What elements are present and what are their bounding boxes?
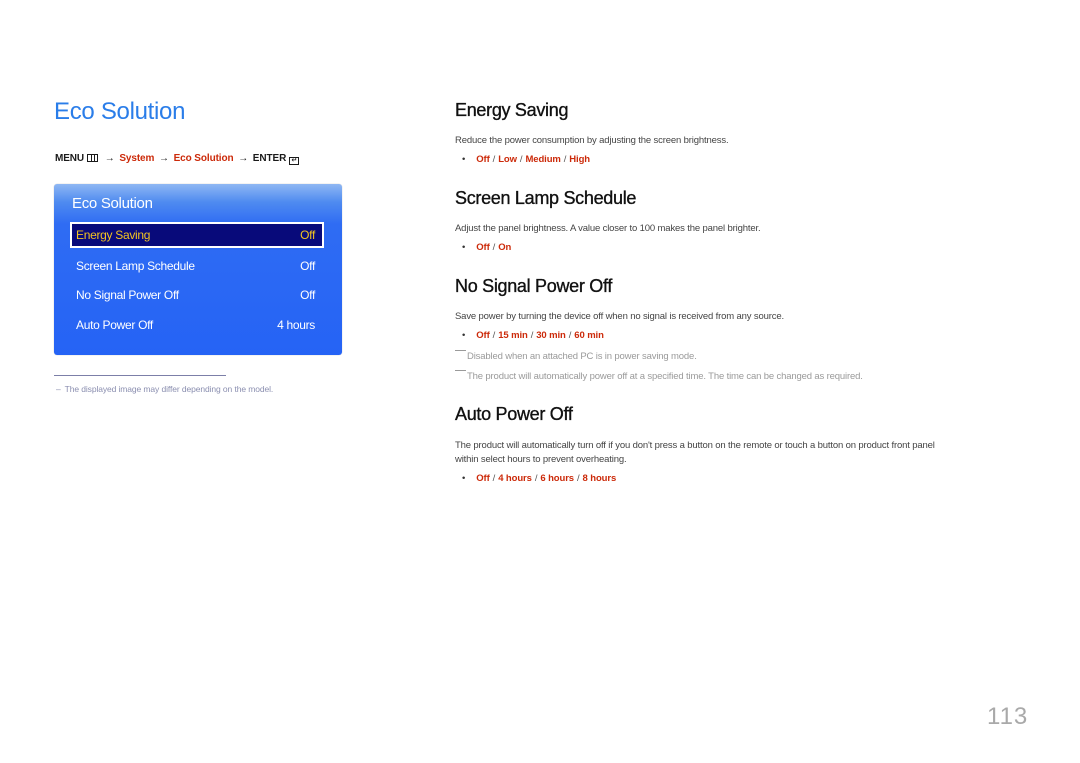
option-separator: /: [563, 154, 567, 165]
breadcrumb-eco-solution: Eco Solution: [173, 153, 234, 164]
footnote: – The displayed image may differ dependin…: [56, 384, 273, 394]
option-separator: /: [492, 154, 496, 165]
option-separator: /: [519, 154, 523, 165]
option-separator: /: [577, 473, 580, 484]
note: The product will automatically power off…: [455, 370, 863, 382]
option-value: Off: [476, 473, 490, 484]
section-title-no-signal-power-off: No Signal Power Off: [455, 276, 613, 296]
arrow-icon: →: [238, 153, 249, 164]
footnote-divider: [54, 375, 226, 376]
bullet-icon: •: [462, 154, 466, 165]
option-value: 6 hours: [540, 473, 574, 484]
note-dash-icon: [455, 370, 466, 371]
arrow-icon: →: [104, 153, 115, 164]
osd-item-label: No Signal Power Off: [76, 288, 179, 302]
osd-item-value: Off: [300, 228, 315, 242]
note: Disabled when an attached PC is in power…: [455, 350, 697, 362]
option-value: 30 min: [536, 330, 566, 341]
section-description: Reduce the power consumption by adjustin…: [455, 135, 729, 146]
osd-item-screen-lamp-schedule[interactable]: Screen Lamp Schedule Off: [70, 253, 324, 279]
section-description: The product will automatically turn off …: [455, 439, 935, 467]
description-line: within select hours to prevent overheati…: [455, 454, 627, 465]
osd-item-auto-power-off[interactable]: Auto Power Off 4 hours: [70, 312, 324, 338]
option-separator: /: [530, 330, 534, 341]
option-list-energy-saving: • Off / Low / Medium / High: [462, 154, 590, 165]
option-value: High: [569, 154, 591, 165]
section-title-screen-lamp-schedule: Screen Lamp Schedule: [455, 188, 637, 208]
section-title-auto-power-off: Auto Power Off: [455, 404, 573, 424]
option-value: 4 hours: [498, 473, 532, 484]
osd-title: Eco Solution: [72, 195, 153, 212]
section-description: Save power by turning the device off whe…: [455, 311, 784, 322]
option-value: Medium: [525, 154, 561, 165]
option-separator: /: [492, 330, 496, 341]
option-value: Low: [498, 154, 517, 165]
page-number: 113: [987, 703, 1029, 730]
osd-item-label: Auto Power Off: [76, 318, 153, 332]
eco-solution-osd-menu: Eco Solution Energy Saving Off Screen La…: [54, 184, 342, 355]
option-value: 8 hours: [582, 473, 617, 484]
option-value: On: [498, 242, 512, 253]
description-line: The product will automatically turn off …: [455, 440, 935, 451]
breadcrumb-menu: MENU: [55, 153, 85, 164]
enter-icon: ↵: [289, 157, 300, 165]
option-list-screen-lamp-schedule: • Off / On: [462, 242, 511, 253]
option-separator: /: [492, 242, 496, 253]
option-value: 60 min: [574, 330, 604, 341]
option-value: Off: [476, 330, 490, 341]
option-value: Off: [476, 242, 490, 253]
osd-item-label: Screen Lamp Schedule: [76, 259, 195, 273]
osd-item-value: 4 hours: [277, 318, 315, 332]
osd-item-label: Energy Saving: [76, 228, 151, 242]
section-title-energy-saving: Energy Saving: [455, 100, 569, 120]
breadcrumb-enter: ENTER: [252, 153, 287, 164]
note-dash-icon: [455, 350, 466, 351]
section-description: Adjust the panel brightness. A value clo…: [455, 223, 761, 234]
bullet-icon: •: [462, 330, 466, 341]
arrow-icon: →: [159, 153, 169, 164]
osd-item-value: Off: [300, 259, 315, 273]
footnote-text: The displayed image may differ depending…: [64, 384, 274, 394]
footnote-dash: –: [56, 384, 61, 394]
note-text: Disabled when an attached PC is in power…: [467, 351, 697, 362]
breadcrumb: MENU → System → Eco Solution → ENTER ↵: [55, 153, 300, 165]
option-list-auto-power-off: • Off/4 hours/6 hours/8 hours: [462, 473, 616, 484]
option-separator: /: [534, 473, 538, 484]
osd-item-energy-saving[interactable]: Energy Saving Off: [70, 222, 324, 248]
breadcrumb-system: System: [119, 153, 155, 164]
bullet-icon: •: [462, 473, 466, 484]
option-separator: /: [568, 330, 572, 341]
note-text: The product will automatically power off…: [467, 371, 863, 382]
option-value: Off: [476, 154, 490, 165]
osd-item-no-signal-power-off[interactable]: No Signal Power Off Off: [70, 282, 324, 308]
bullet-icon: •: [462, 242, 466, 253]
menu-grid-icon: [87, 154, 99, 162]
option-list-no-signal-power-off: • Off/15 min/30 min/60 min: [462, 330, 604, 341]
option-separator: /: [492, 473, 496, 484]
page-title: Eco Solution: [54, 98, 186, 125]
option-value: 15 min: [498, 330, 528, 341]
osd-item-value: Off: [300, 288, 315, 302]
